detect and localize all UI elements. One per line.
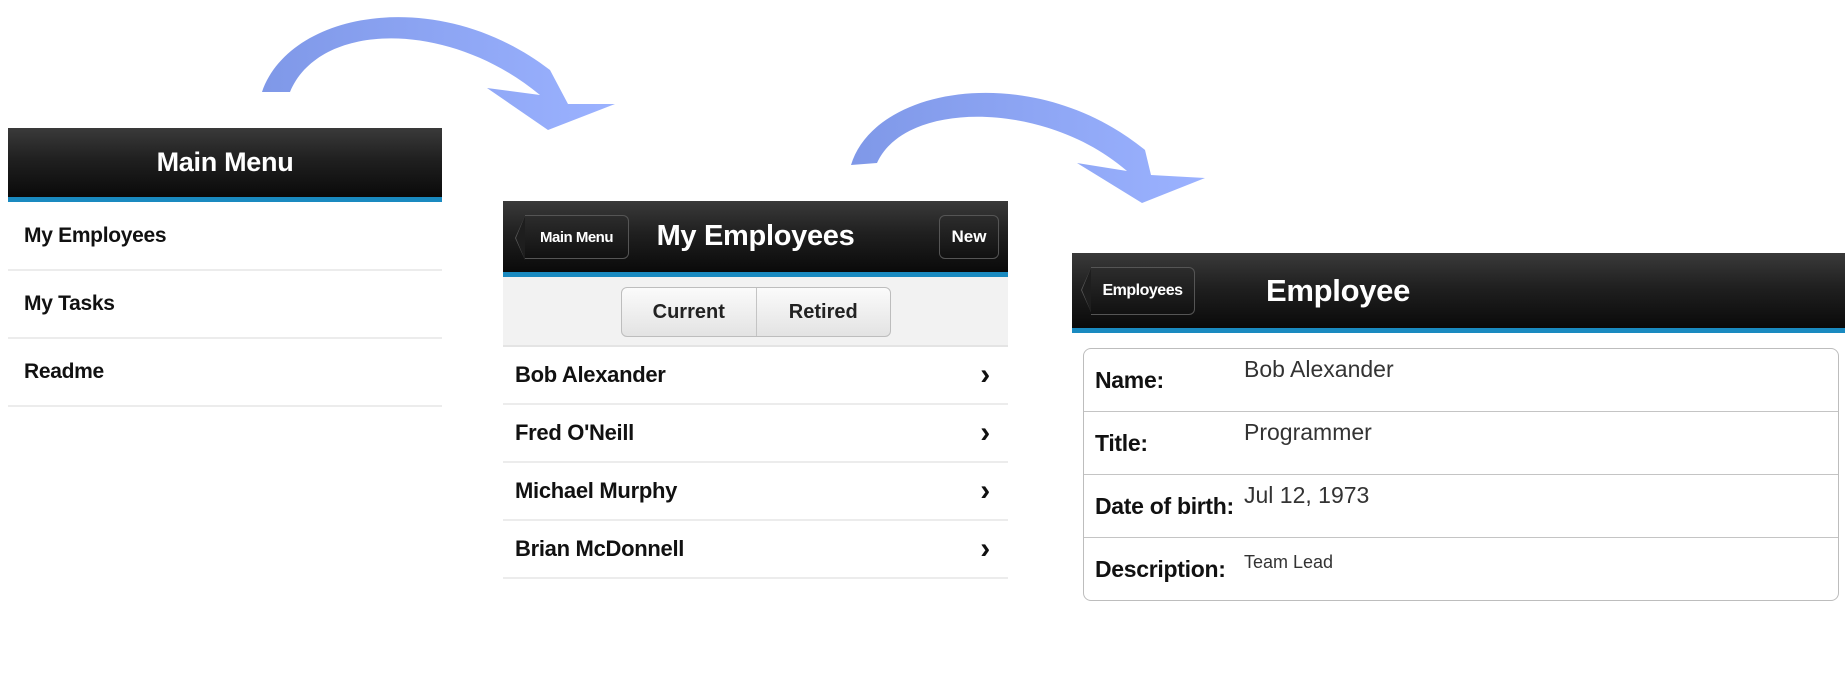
back-button[interactable]: Main Menu [515,215,629,260]
menu-item-label: My Employees [24,223,167,247]
employee-name: Michael Murphy [515,478,678,503]
list-item[interactable]: Bob Alexander › [503,347,1008,405]
employee-detail-screen: Employee Employees Name: Bob Alexander T… [1072,253,1845,601]
field-label: Name: [1095,367,1164,393]
list-item[interactable]: Fred O'Neill › [503,405,1008,463]
employee-name: Bob Alexander [515,362,666,387]
page-title: Main Menu [156,147,294,177]
field-value: Programmer [1244,419,1372,445]
field-value: Bob Alexander [1244,356,1394,382]
chevron-right-icon: › [980,532,990,565]
employees-header: My Employees Main Menu New [503,201,1008,277]
menu-item-label: Readme [24,360,104,383]
employee-fields: Name: Bob Alexander Title: Programmer Da… [1083,348,1839,601]
chevron-right-icon: › [980,474,990,507]
segment-label: Retired [788,300,858,323]
field-row-date-of-birth: Date of birth: Jul 12, 1973 [1084,475,1838,538]
main-menu-screen: Main Menu My Employees My Tasks Readme [8,128,442,407]
field-value: Jul 12, 1973 [1244,482,1370,508]
chevron-right-icon: › [980,358,990,391]
segment-retired[interactable]: Retired [757,288,891,336]
back-button[interactable]: Employees [1081,267,1195,315]
new-button-label: New [951,227,987,246]
segment-bar: Current Retired [503,277,1008,347]
curved-arrow-icon [262,17,615,130]
field-value: Team Lead [1244,552,1334,572]
field-row-name: Name: Bob Alexander [1084,349,1838,412]
menu-item-my-tasks[interactable]: My Tasks [8,271,442,339]
back-button-label: Main Menu [540,228,614,246]
employee-header: Employee Employees [1072,253,1845,333]
employee-name: Brian McDonnell [515,536,685,561]
field-label: Description: [1095,556,1226,582]
main-menu-header: Main Menu [8,128,442,202]
new-button[interactable]: New [939,215,999,259]
employee-name: Fred O'Neill [515,420,634,445]
field-row-title: Title: Programmer [1084,412,1838,475]
field-label: Title: [1095,430,1148,456]
field-label: Date of birth: [1095,493,1234,519]
segmented-control: Current Retired [621,287,891,337]
menu-item-readme[interactable]: Readme [8,339,442,407]
employees-list-screen: My Employees Main Menu New Current Retir… [503,201,1008,579]
list-item[interactable]: Brian McDonnell › [503,521,1008,579]
list-item[interactable]: Michael Murphy › [503,463,1008,521]
segment-label: Current [652,300,725,323]
back-button-label: Employees [1102,282,1183,299]
chevron-right-icon: › [980,416,990,449]
segment-current[interactable]: Current [622,288,757,336]
field-row-description: Description: Team Lead [1084,538,1838,600]
curved-arrow-icon [851,92,1205,203]
menu-item-label: My Tasks [24,292,115,315]
menu-item-my-employees[interactable]: My Employees [8,202,442,271]
